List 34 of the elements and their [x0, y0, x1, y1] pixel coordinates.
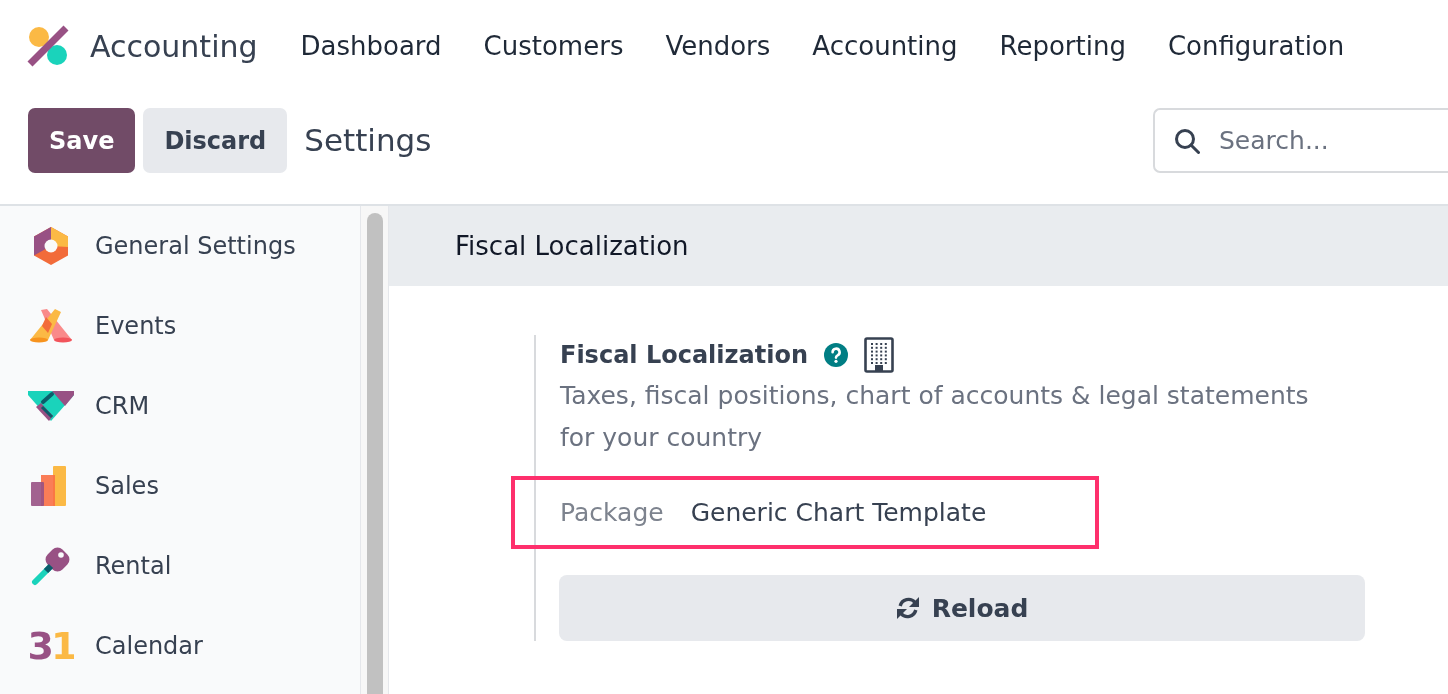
app-name[interactable]: Accounting: [90, 28, 258, 64]
menu-item[interactable]: Dashboard: [300, 31, 442, 61]
chevron-icon: [28, 391, 74, 421]
sidebar-item[interactable]: Sales: [0, 446, 360, 526]
building-icon: [864, 337, 894, 373]
page-title: Settings: [304, 121, 432, 160]
setting-description: Taxes, fiscal positions, chart of accounts & legal statements for your country: [560, 380, 1310, 454]
scrollbar[interactable]: [361, 206, 389, 694]
search-icon: [1174, 128, 1200, 154]
menu-item[interactable]: Reporting: [999, 31, 1126, 61]
app-logo-icon[interactable]: [27, 25, 69, 67]
menu-item[interactable]: Customers: [483, 31, 624, 61]
section-title: Fiscal Localization: [455, 231, 689, 261]
sidebar-item[interactable]: General Settings: [0, 206, 360, 286]
scrollbar-thumb[interactable]: [367, 213, 383, 694]
menu-item[interactable]: Vendors: [665, 31, 771, 61]
key-icon: [31, 546, 71, 586]
setting-title: Fiscal Localization: [560, 341, 808, 369]
crossed-triangles-icon: [28, 309, 74, 343]
hexagon-icon: [31, 226, 71, 266]
sidebar-item[interactable]: Events: [0, 286, 360, 366]
sidebar-item[interactable]: 31 Calendar: [0, 606, 360, 686]
reload-icon: [895, 596, 920, 620]
save-button[interactable]: Save: [28, 108, 136, 173]
discard-button[interactable]: Discard: [143, 108, 288, 173]
reload-button[interactable]: Reload: [559, 575, 1365, 641]
search-field[interactable]: Search...: [1153, 108, 1448, 173]
sidebar-item[interactable]: Rental: [0, 526, 360, 606]
sidebar-item[interactable]: CRM: [0, 366, 360, 446]
help-icon[interactable]: [824, 343, 848, 367]
menu-item[interactable]: Configuration: [1167, 31, 1345, 61]
menu-item[interactable]: Accounting: [812, 31, 958, 61]
field-label: Package: [560, 498, 664, 527]
field-value: Generic Chart Template: [690, 498, 987, 527]
